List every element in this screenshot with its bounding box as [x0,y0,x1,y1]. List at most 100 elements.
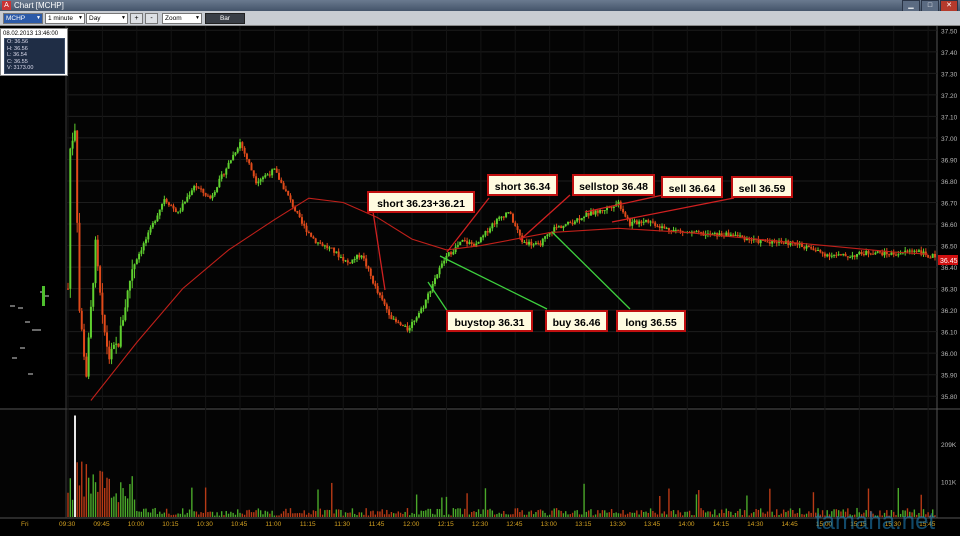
candle-body [736,234,739,237]
candle-body [349,262,352,264]
volume-bar [179,513,182,517]
volume-bar [654,512,656,517]
candle-body [422,307,425,309]
candle-body [335,251,338,253]
candle-body [367,266,370,269]
candle-body [317,242,320,244]
candle-body [250,163,253,171]
candle-body [239,142,242,149]
candle-body [135,259,138,265]
volume-bar [553,508,555,517]
volume-bar [108,478,110,517]
candle-body [851,255,854,258]
candle-body [376,286,379,293]
volume-bar [567,514,569,517]
volume-bar [255,510,257,517]
candle-body [495,218,498,225]
candle-body [99,266,102,293]
candle-body [794,243,797,245]
candle-body [174,208,177,213]
volume-bar [711,514,714,517]
candle-body [193,186,196,191]
candle-body [399,322,402,325]
candle-body [732,234,735,236]
previous-session-ticks [10,286,49,375]
candle-body [383,299,386,305]
volume-bar [652,510,654,517]
volume-bar [764,513,766,517]
volume-bar [113,496,115,517]
volume-bar [613,513,615,517]
candle-body [218,178,221,188]
candle-body [846,256,849,258]
candle-body [310,232,313,237]
annotation-long: long 36.55 [616,310,686,332]
candle-body [284,189,287,191]
candle-body [103,314,106,333]
volume-bar [264,510,266,517]
price-chart[interactable]: 37.50 37.40 37.30 37.20 37.10 37.00 36.90 36.80… [0,0,960,530]
volume-bar [404,511,406,517]
volume-bar [516,508,519,517]
time-tick-label: 13:45 [644,521,661,528]
time-tick-label: 13:00 [541,521,558,528]
price-tick-label: 37.50 [941,28,958,35]
volume-bar [335,509,338,517]
candle-body [108,346,111,360]
volume-bar [319,508,322,517]
volume-bar [188,509,191,517]
volume-bar [523,514,526,517]
volume-bar [200,512,202,517]
ohlc-info-panel: 08.02.2013 13:46:00 O: 36.56 H: 36.56 L:… [0,28,68,76]
candle-body [236,148,239,153]
annotation-short-2: short 36.34 [487,174,558,196]
candle-body [895,254,898,256]
price-tick-label: 37.30 [941,71,958,78]
candle-body [803,246,806,249]
volume-bar [576,510,578,517]
candle-body [213,191,216,196]
candle-body [739,235,742,237]
volume-bar [743,510,746,517]
candle-body [415,317,418,321]
volume-bar [427,508,429,517]
candle-body [266,174,269,176]
candle-body [865,251,868,256]
volume-bar [326,509,328,517]
volume-bar [193,511,195,517]
candle-body [807,245,810,248]
candle-body [151,223,154,228]
volume-bar [282,511,285,517]
price-tick-label: 36.90 [941,157,958,164]
volume-bar [734,512,737,517]
candle-body [759,239,762,244]
candle-body [532,244,535,246]
candle-body [539,243,542,246]
candle-body [674,229,677,231]
volume-bar [454,509,457,517]
volume-bar [381,509,383,517]
volume-bar [812,492,815,517]
price-tick-label: 36.70 [941,201,958,208]
volume-bar [397,511,399,517]
candle-body [654,222,657,226]
volume-bar [310,514,312,517]
volume-bar [154,507,156,517]
volume-bar [762,512,764,517]
candle-body [484,231,487,236]
candle-body [544,236,547,239]
volume-bar [473,511,475,517]
volume-bar [216,512,218,517]
candle-body [179,210,182,212]
volume-bar [519,511,521,517]
volume-bar [156,514,159,517]
volume-bar [489,508,491,517]
candle-body [821,252,824,254]
candle-body [337,251,340,258]
volume-bar [546,515,549,517]
candle-body [493,223,496,225]
candle-body [651,221,654,223]
candle-body [534,242,537,245]
volume-bar [324,510,326,517]
volume-bar [223,515,225,517]
